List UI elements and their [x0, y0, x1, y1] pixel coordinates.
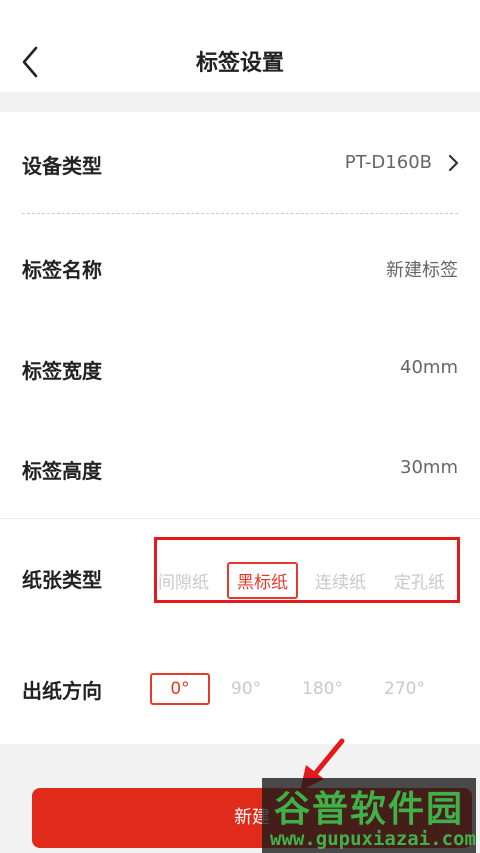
- watermark-brand: 谷普软件园: [274, 789, 465, 830]
- paper-type-label: 纸张类型: [22, 568, 102, 592]
- row-label-height[interactable]: 标签高度 30mm: [0, 438, 480, 498]
- device-type-value: PT-D160B: [344, 152, 432, 173]
- row-label-width[interactable]: 标签宽度 40mm: [0, 338, 480, 398]
- label-width-label: 标签宽度: [22, 359, 102, 383]
- label-name-label: 标签名称: [22, 258, 102, 282]
- feed-option-270[interactable]: 270°: [384, 679, 425, 699]
- feed-direction-label: 出纸方向: [22, 679, 102, 703]
- chevron-right-icon: [448, 154, 459, 172]
- feed-option-90[interactable]: 90°: [231, 679, 261, 699]
- annotation-highlight-box: [154, 537, 460, 603]
- row-feed-direction: 出纸方向 0° 90° 180° 270°: [0, 658, 480, 718]
- label-width-value[interactable]: 40mm: [400, 357, 458, 378]
- feed-option-180[interactable]: 180°: [302, 679, 343, 699]
- label-name-value[interactable]: 新建标签: [386, 256, 458, 282]
- label-height-label: 标签高度: [22, 459, 102, 483]
- page-title: 标签设置: [195, 51, 284, 76]
- top-bar: 标签设置: [0, 0, 480, 92]
- label-height-value[interactable]: 30mm: [400, 457, 458, 478]
- divider: [22, 213, 458, 214]
- feed-option-0[interactable]: 0°: [150, 673, 210, 705]
- section-separator: [0, 518, 480, 519]
- row-device-type[interactable]: 设备类型 PT-D160B: [0, 133, 480, 193]
- section-gap: [0, 92, 480, 112]
- watermark-url: www.gupuxiazai.com: [270, 828, 476, 850]
- device-type-label: 设备类型: [22, 154, 102, 178]
- watermark: 谷普软件园 www.gupuxiazai.com: [262, 778, 476, 853]
- row-label-name[interactable]: 标签名称 新建标签: [0, 237, 480, 297]
